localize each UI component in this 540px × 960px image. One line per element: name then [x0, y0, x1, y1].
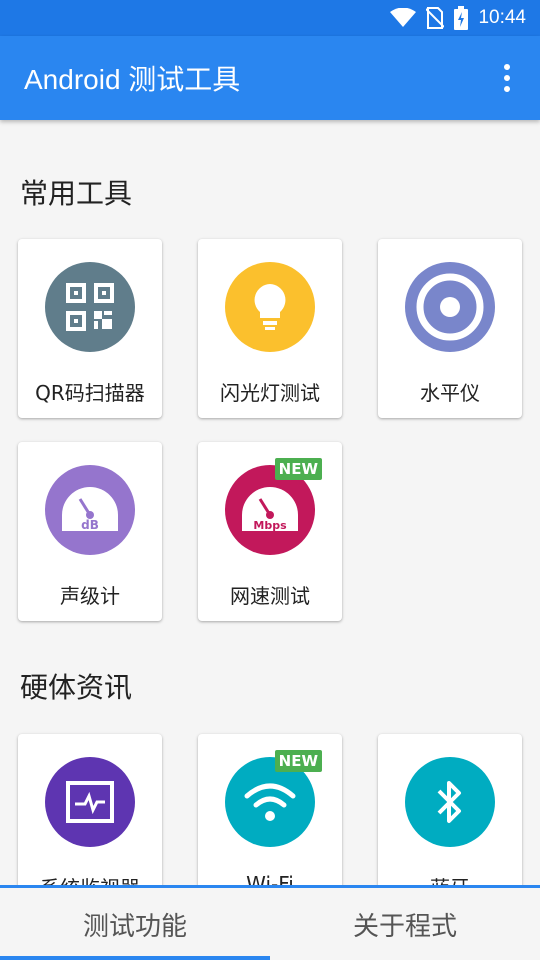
- tool-label: 系统监视器: [18, 872, 162, 885]
- sound-meter-icon: dB: [45, 465, 135, 555]
- system-monitor-icon: [45, 757, 135, 847]
- bottom-nav: 测试功能 关于程式: [0, 885, 540, 960]
- gauge-text: dB: [81, 518, 99, 532]
- new-badge: NEW: [274, 750, 322, 772]
- wifi-icon: [390, 8, 417, 27]
- status-bar: 10:44: [0, 0, 540, 36]
- new-badge: NEW: [274, 458, 322, 480]
- tool-label: QR码扫描器: [35, 381, 145, 405]
- section-title-common-tools: 常用工具: [20, 177, 133, 210]
- level-target-icon: [405, 262, 495, 352]
- clock: 10:44: [478, 7, 526, 28]
- more-vert-icon[interactable]: [492, 58, 522, 98]
- tool-card-bluetooth[interactable]: 蓝牙: [378, 734, 522, 885]
- section-title-hardware-info: 硬体资讯: [20, 671, 133, 704]
- tool-label: 网速测试: [230, 584, 310, 608]
- tool-label: 水平仪: [420, 381, 480, 405]
- no-sim-icon: [426, 7, 445, 29]
- tool-label: 闪光灯测试: [220, 381, 320, 405]
- tool-label: 蓝牙: [378, 872, 522, 885]
- main-content: 常用工具 QR码扫描器 闪光灯测试 水平仪 dB 声级计 Mbps NEW 网速…: [0, 120, 540, 885]
- tool-card-wifi[interactable]: NEW Wi-Fi: [198, 734, 342, 885]
- qr-code-icon: [45, 262, 135, 352]
- gauge-text: Mbps: [253, 519, 287, 532]
- tab-test-functions[interactable]: 测试功能: [0, 888, 270, 960]
- tool-label: 声级计: [60, 584, 120, 608]
- tab-about[interactable]: 关于程式: [270, 888, 540, 960]
- bluetooth-icon: [405, 757, 495, 847]
- lightbulb-icon: [225, 262, 315, 352]
- app-bar: Android 测试工具: [0, 36, 540, 120]
- tool-card-level[interactable]: 水平仪: [378, 239, 522, 418]
- tool-card-system-monitor[interactable]: 系统监视器: [18, 734, 162, 885]
- tool-card-speed-test[interactable]: Mbps NEW 网速测试: [198, 442, 342, 621]
- tool-card-qr[interactable]: QR码扫描器: [18, 239, 162, 418]
- tool-card-sound-meter[interactable]: dB 声级计: [18, 442, 162, 621]
- battery-charging-icon: [454, 6, 469, 30]
- app-title: Android 测试工具: [24, 64, 241, 95]
- tool-label: Wi-Fi: [246, 872, 294, 885]
- tool-card-flashlight[interactable]: 闪光灯测试: [198, 239, 342, 418]
